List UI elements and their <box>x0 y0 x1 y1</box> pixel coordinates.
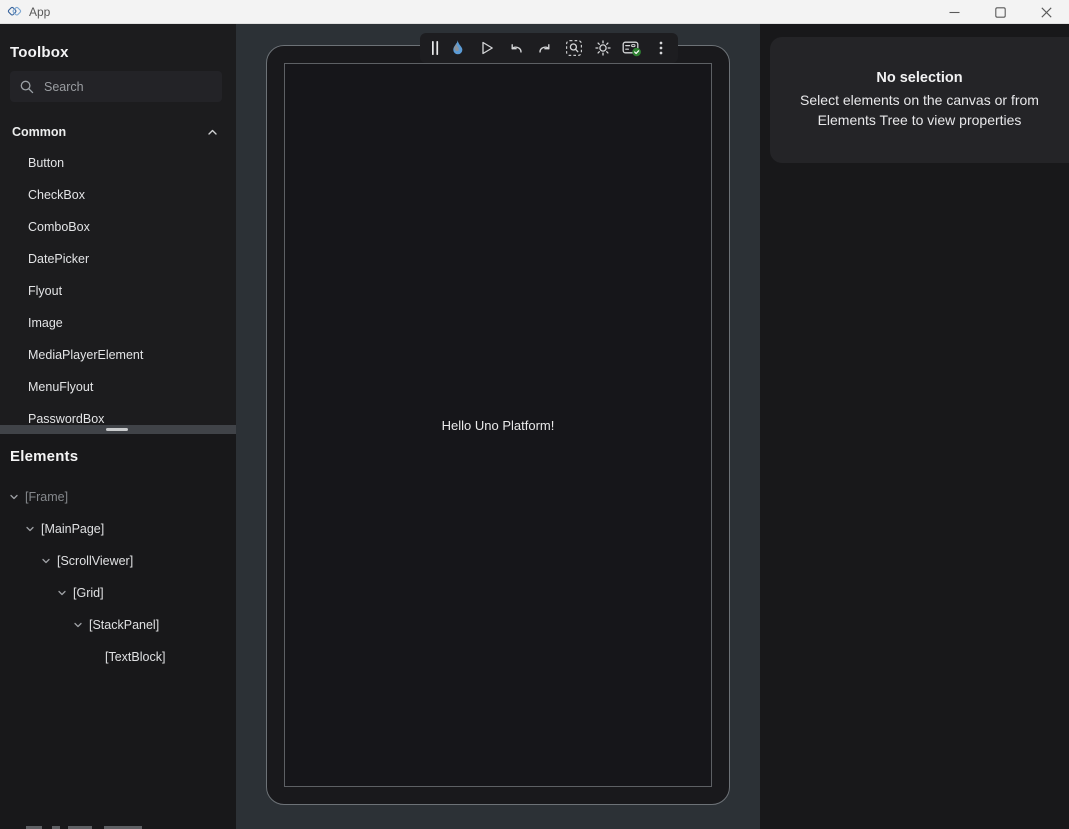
undo-button[interactable] <box>501 33 530 63</box>
elements-tree: [Frame] [MainPage] [ScrollViewer] [Grid]… <box>0 481 236 673</box>
tree-item-label: [Frame] <box>25 490 68 504</box>
tree-item-mainpage[interactable]: [MainPage] <box>0 513 236 545</box>
sun-icon <box>594 39 612 57</box>
design-surface[interactable]: Hello Uno Platform! <box>284 63 712 787</box>
theme-toggle-button[interactable] <box>588 33 617 63</box>
window-title: App <box>29 5 50 19</box>
designer-toolbar <box>420 33 678 63</box>
uno-app-logo-icon <box>7 4 22 19</box>
inspect-element-button[interactable] <box>559 33 588 63</box>
app-window: App Toolbox Common <box>0 0 1069 829</box>
chevron-down-icon[interactable] <box>40 555 52 567</box>
toolbar-drag-handle[interactable] <box>426 33 443 63</box>
kebab-menu-icon <box>652 39 670 57</box>
undo-icon <box>507 39 525 57</box>
inspect-element-icon <box>565 39 583 57</box>
play-button[interactable] <box>472 33 501 63</box>
changes-applied-icon <box>622 39 642 57</box>
elements-panel: Elements [Frame] [MainPage] [ScrollViewe… <box>0 434 236 829</box>
no-selection-card: No selection Select elements on the canv… <box>770 37 1069 163</box>
search-icon <box>19 79 35 95</box>
toolbox-panel: Toolbox Common Button CheckBox ComboBox … <box>0 24 236 425</box>
search-input[interactable] <box>44 80 222 94</box>
minimize-button[interactable] <box>931 0 977 24</box>
maximize-icon <box>995 7 1006 18</box>
tree-item-label: [Grid] <box>73 586 104 600</box>
toolbox-item-checkbox[interactable]: CheckBox <box>0 179 236 211</box>
design-canvas[interactable]: Hello Uno Platform! <box>236 24 760 829</box>
tree-item-frame[interactable]: [Frame] <box>0 481 236 513</box>
textblock-element[interactable]: Hello Uno Platform! <box>442 418 555 433</box>
tree-item-grid[interactable]: [Grid] <box>0 577 236 609</box>
hot-design-button[interactable] <box>443 33 472 63</box>
redo-button[interactable] <box>530 33 559 63</box>
toolbox-item-button[interactable]: Button <box>0 147 236 179</box>
maximize-button[interactable] <box>977 0 1023 24</box>
chevron-down-icon[interactable] <box>72 619 84 631</box>
more-options-button[interactable] <box>646 33 675 63</box>
hot-design-flame-icon <box>448 39 467 58</box>
toolbox-item-menuflyout[interactable]: MenuFlyout <box>0 371 236 403</box>
chevron-down-icon[interactable] <box>8 491 20 503</box>
no-selection-title: No selection <box>876 70 962 86</box>
tree-item-textblock[interactable]: [TextBlock] <box>0 641 236 673</box>
toolbox-section-common[interactable]: Common <box>0 123 236 141</box>
chevron-down-icon[interactable] <box>24 523 36 535</box>
section-label: Common <box>12 125 66 139</box>
resizer-grip <box>106 428 128 431</box>
changes-applied-button[interactable] <box>617 33 646 63</box>
toolbox-item-mediaplayerelement[interactable]: MediaPlayerElement <box>0 339 236 371</box>
tree-item-label: [TextBlock] <box>105 650 165 664</box>
toolbox-item-flyout[interactable]: Flyout <box>0 275 236 307</box>
elements-title: Elements <box>10 448 78 465</box>
play-icon <box>478 39 496 57</box>
tree-item-scrollviewer[interactable]: [ScrollViewer] <box>0 545 236 577</box>
toolbox-item-combobox[interactable]: ComboBox <box>0 211 236 243</box>
device-frame: Hello Uno Platform! <box>266 45 730 805</box>
left-sidebar: Toolbox Common Button CheckBox ComboBox … <box>0 24 236 829</box>
tree-item-stackpanel[interactable]: [StackPanel] <box>0 609 236 641</box>
toolbox-item-list: Button CheckBox ComboBox DatePicker Flyo… <box>0 147 236 425</box>
close-button[interactable] <box>1023 0 1069 24</box>
toolbox-item-datepicker[interactable]: DatePicker <box>0 243 236 275</box>
panel-resizer[interactable] <box>0 425 236 434</box>
properties-pane: No selection Select elements on the canv… <box>760 24 1069 829</box>
redo-icon <box>536 39 554 57</box>
titlebar: App <box>0 0 1069 24</box>
toolbox-searchbox <box>10 71 222 102</box>
no-selection-message-line2: Elements Tree to view properties <box>818 110 1022 130</box>
toolbox-title: Toolbox <box>10 44 69 61</box>
tree-item-label: [ScrollViewer] <box>57 554 133 568</box>
window-controls <box>931 0 1069 24</box>
no-selection-message-line1: Select elements on the canvas or from <box>800 90 1039 110</box>
close-icon <box>1041 7 1052 18</box>
tree-item-label: [MainPage] <box>41 522 104 536</box>
minimize-icon <box>949 7 960 18</box>
toolbox-item-passwordbox[interactable]: PasswordBox <box>0 403 236 425</box>
drag-handle-icon <box>429 39 441 57</box>
tree-item-label: [StackPanel] <box>89 618 159 632</box>
toolbox-item-image[interactable]: Image <box>0 307 236 339</box>
chevron-up-icon <box>206 126 219 139</box>
chevron-down-icon[interactable] <box>56 587 68 599</box>
